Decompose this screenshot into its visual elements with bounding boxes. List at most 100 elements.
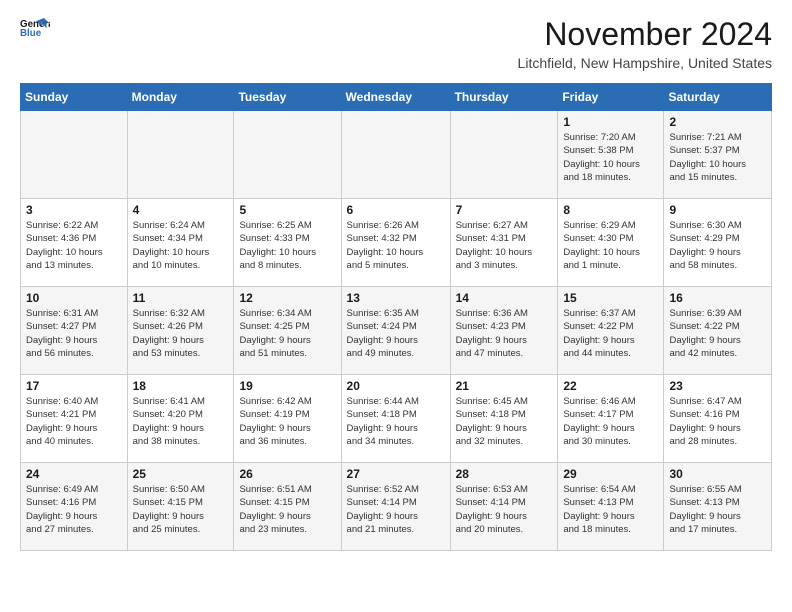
day-number: 3 (26, 203, 122, 217)
day-number: 17 (26, 379, 122, 393)
calendar-table: SundayMondayTuesdayWednesdayThursdayFrid… (20, 83, 772, 551)
day-number: 2 (669, 115, 766, 129)
weekday-header-thursday: Thursday (450, 84, 558, 111)
day-number: 19 (239, 379, 335, 393)
calendar-cell: 15Sunrise: 6:37 AM Sunset: 4:22 PM Dayli… (558, 287, 664, 375)
day-number: 5 (239, 203, 335, 217)
logo: General Blue (20, 16, 50, 38)
day-info: Sunrise: 6:51 AM Sunset: 4:15 PM Dayligh… (239, 483, 335, 536)
day-number: 15 (563, 291, 658, 305)
day-number: 4 (133, 203, 229, 217)
day-number: 25 (133, 467, 229, 481)
day-info: Sunrise: 6:41 AM Sunset: 4:20 PM Dayligh… (133, 395, 229, 448)
day-info: Sunrise: 6:35 AM Sunset: 4:24 PM Dayligh… (347, 307, 445, 360)
day-number: 13 (347, 291, 445, 305)
day-info: Sunrise: 6:47 AM Sunset: 4:16 PM Dayligh… (669, 395, 766, 448)
day-info: Sunrise: 6:24 AM Sunset: 4:34 PM Dayligh… (133, 219, 229, 272)
day-info: Sunrise: 6:52 AM Sunset: 4:14 PM Dayligh… (347, 483, 445, 536)
weekday-header-saturday: Saturday (664, 84, 772, 111)
day-info: Sunrise: 6:53 AM Sunset: 4:14 PM Dayligh… (456, 483, 553, 536)
day-number: 27 (347, 467, 445, 481)
calendar-cell: 9 Sunrise: 6:30 AM Sunset: 4:29 PM Daylig… (664, 199, 772, 287)
day-number: 12 (239, 291, 335, 305)
calendar-cell: 11 Sunrise: 6:32 AM Sunset: 4:26 PM Dayli… (127, 287, 234, 375)
day-number: 7 (456, 203, 553, 217)
calendar-cell: 5 Sunrise: 6:25 AM Sunset: 4:33 PM Daylig… (234, 199, 341, 287)
location-subtitle: Litchfield, New Hampshire, United States (518, 55, 772, 71)
day-number: 10 (26, 291, 122, 305)
calendar-cell: 18Sunrise: 6:41 AM Sunset: 4:20 PM Dayli… (127, 375, 234, 463)
calendar-cell: 25Sunrise: 6:50 AM Sunset: 4:15 PM Dayli… (127, 463, 234, 551)
day-number: 1 (563, 115, 658, 129)
calendar-week-row: 24Sunrise: 6:49 AM Sunset: 4:16 PM Dayli… (21, 463, 772, 551)
calendar-cell: 22Sunrise: 6:46 AM Sunset: 4:17 PM Dayli… (558, 375, 664, 463)
day-info: Sunrise: 6:22 AM Sunset: 4:36 PM Dayligh… (26, 219, 122, 272)
calendar-cell: 30 Sunrise: 6:55 AM Sunset: 4:13 PM Dayli… (664, 463, 772, 551)
calendar-cell: 26 Sunrise: 6:51 AM Sunset: 4:15 PM Dayli… (234, 463, 341, 551)
calendar-week-row: 3 Sunrise: 6:22 AM Sunset: 4:36 PM Daylig… (21, 199, 772, 287)
weekday-header-friday: Friday (558, 84, 664, 111)
weekday-header-wednesday: Wednesday (341, 84, 450, 111)
calendar-cell: 6 Sunrise: 6:26 AM Sunset: 4:32 PM Daylig… (341, 199, 450, 287)
calendar-cell: 23 Sunrise: 6:47 AM Sunset: 4:16 PM Dayli… (664, 375, 772, 463)
day-number: 8 (563, 203, 658, 217)
calendar-cell: 8 Sunrise: 6:29 AM Sunset: 4:30 PM Daylig… (558, 199, 664, 287)
calendar-cell: 16 Sunrise: 6:39 AM Sunset: 4:22 PM Dayli… (664, 287, 772, 375)
day-info: Sunrise: 7:20 AM Sunset: 5:38 PM Dayligh… (563, 131, 658, 184)
calendar-cell (341, 111, 450, 199)
calendar-cell (450, 111, 558, 199)
day-info: Sunrise: 6:30 AM Sunset: 4:29 PM Dayligh… (669, 219, 766, 272)
day-info: Sunrise: 6:31 AM Sunset: 4:27 PM Dayligh… (26, 307, 122, 360)
weekday-header-sunday: Sunday (21, 84, 128, 111)
calendar-cell: 13 Sunrise: 6:35 AM Sunset: 4:24 PM Dayli… (341, 287, 450, 375)
day-info: Sunrise: 6:40 AM Sunset: 4:21 PM Dayligh… (26, 395, 122, 448)
day-info: Sunrise: 6:55 AM Sunset: 4:13 PM Dayligh… (669, 483, 766, 536)
day-number: 21 (456, 379, 553, 393)
day-info: Sunrise: 6:29 AM Sunset: 4:30 PM Dayligh… (563, 219, 658, 272)
logo-icon: General Blue (20, 16, 50, 38)
day-number: 9 (669, 203, 766, 217)
day-info: Sunrise: 6:34 AM Sunset: 4:25 PM Dayligh… (239, 307, 335, 360)
calendar-cell: 27 Sunrise: 6:52 AM Sunset: 4:14 PM Dayli… (341, 463, 450, 551)
calendar-cell: 1 Sunrise: 7:20 AM Sunset: 5:38 PM Daylig… (558, 111, 664, 199)
calendar-cell: 17 Sunrise: 6:40 AM Sunset: 4:21 PM Dayli… (21, 375, 128, 463)
calendar-header: SundayMondayTuesdayWednesdayThursdayFrid… (21, 84, 772, 111)
day-info: Sunrise: 6:36 AM Sunset: 4:23 PM Dayligh… (456, 307, 553, 360)
calendar-cell (21, 111, 128, 199)
calendar-body: 1 Sunrise: 7:20 AM Sunset: 5:38 PM Daylig… (21, 111, 772, 551)
calendar-cell: 21 Sunrise: 6:45 AM Sunset: 4:18 PM Dayli… (450, 375, 558, 463)
calendar-cell (127, 111, 234, 199)
day-number: 26 (239, 467, 335, 481)
calendar-cell: 24Sunrise: 6:49 AM Sunset: 4:16 PM Dayli… (21, 463, 128, 551)
day-number: 30 (669, 467, 766, 481)
calendar-cell: 4 Sunrise: 6:24 AM Sunset: 4:34 PM Daylig… (127, 199, 234, 287)
calendar-cell (234, 111, 341, 199)
day-info: Sunrise: 6:32 AM Sunset: 4:26 PM Dayligh… (133, 307, 229, 360)
day-info: Sunrise: 6:45 AM Sunset: 4:18 PM Dayligh… (456, 395, 553, 448)
calendar-cell: 2 Sunrise: 7:21 AM Sunset: 5:37 PM Daylig… (664, 111, 772, 199)
calendar-cell: 19 Sunrise: 6:42 AM Sunset: 4:19 PM Dayli… (234, 375, 341, 463)
calendar-cell: 14 Sunrise: 6:36 AM Sunset: 4:23 PM Dayli… (450, 287, 558, 375)
svg-text:Blue: Blue (20, 28, 42, 38)
day-info: Sunrise: 6:39 AM Sunset: 4:22 PM Dayligh… (669, 307, 766, 360)
weekday-header-monday: Monday (127, 84, 234, 111)
month-title: November 2024 (518, 16, 772, 53)
day-info: Sunrise: 7:21 AM Sunset: 5:37 PM Dayligh… (669, 131, 766, 184)
day-info: Sunrise: 6:42 AM Sunset: 4:19 PM Dayligh… (239, 395, 335, 448)
day-number: 6 (347, 203, 445, 217)
calendar-cell: 3 Sunrise: 6:22 AM Sunset: 4:36 PM Daylig… (21, 199, 128, 287)
calendar-week-row: 1 Sunrise: 7:20 AM Sunset: 5:38 PM Daylig… (21, 111, 772, 199)
calendar-cell: 29Sunrise: 6:54 AM Sunset: 4:13 PM Dayli… (558, 463, 664, 551)
day-number: 14 (456, 291, 553, 305)
day-info: Sunrise: 6:26 AM Sunset: 4:32 PM Dayligh… (347, 219, 445, 272)
day-number: 23 (669, 379, 766, 393)
day-info: Sunrise: 6:25 AM Sunset: 4:33 PM Dayligh… (239, 219, 335, 272)
calendar-cell: 28Sunrise: 6:53 AM Sunset: 4:14 PM Dayli… (450, 463, 558, 551)
weekday-header-tuesday: Tuesday (234, 84, 341, 111)
calendar-cell: 20Sunrise: 6:44 AM Sunset: 4:18 PM Dayli… (341, 375, 450, 463)
calendar-cell: 7 Sunrise: 6:27 AM Sunset: 4:31 PM Daylig… (450, 199, 558, 287)
day-info: Sunrise: 6:27 AM Sunset: 4:31 PM Dayligh… (456, 219, 553, 272)
day-number: 16 (669, 291, 766, 305)
day-number: 24 (26, 467, 122, 481)
day-number: 11 (133, 291, 229, 305)
